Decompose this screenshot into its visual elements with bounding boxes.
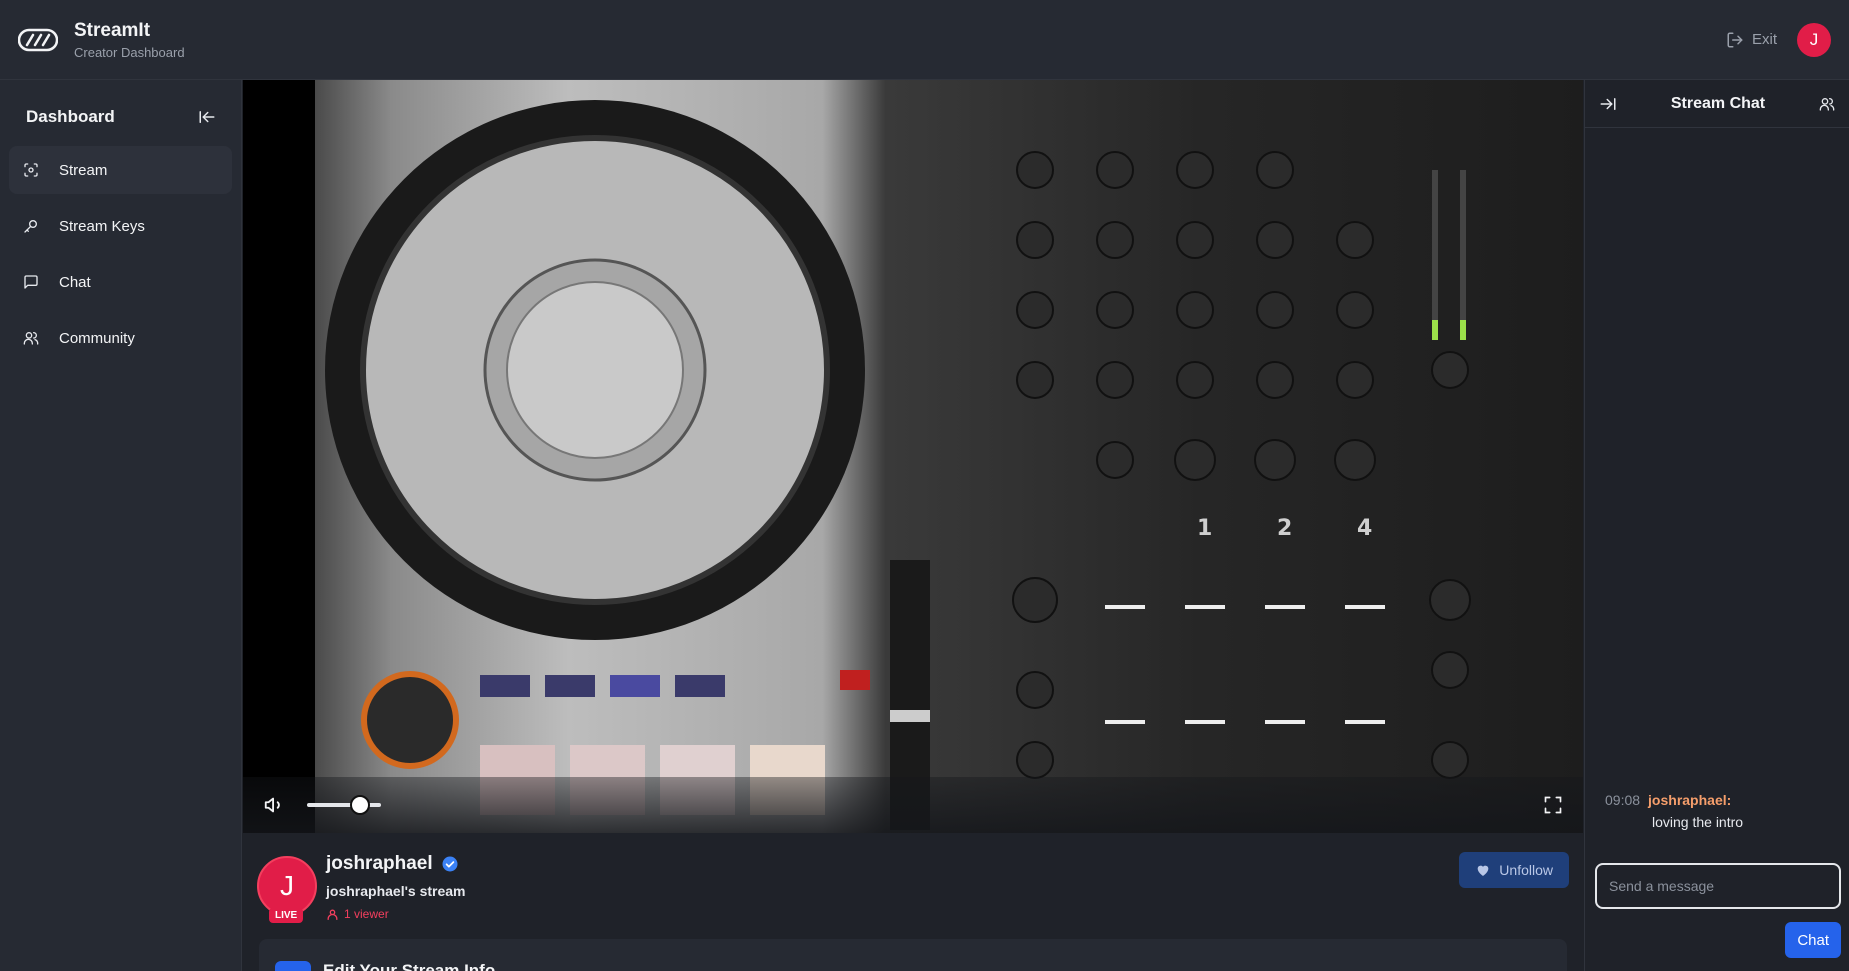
- scan-icon: [24, 163, 38, 177]
- player-controls: [243, 777, 1583, 833]
- stream-title: joshraphael's stream: [326, 883, 466, 899]
- sidebar-item-stream[interactable]: Stream: [9, 146, 232, 194]
- live-badge: LIVE: [269, 908, 304, 923]
- collapse-chat-icon[interactable]: [1599, 95, 1617, 113]
- dj-controller-image: 1 2 4: [325, 100, 1471, 830]
- user-avatar[interactable]: J: [1797, 22, 1831, 57]
- sidebar-item-label: Community: [59, 329, 135, 347]
- top-bar: StreamIt Creator Dashboard Exit J: [0, 0, 1849, 80]
- sidebar-item-label: Stream Keys: [59, 217, 145, 235]
- edit-stream-info-card: Edit Your Stream Info: [259, 939, 1567, 971]
- edit-card-title: Edit Your Stream Info: [323, 961, 496, 971]
- app-name: StreamIt: [74, 19, 151, 41]
- svg-text:1: 1: [1197, 516, 1212, 541]
- app-subtitle: Creator Dashboard: [74, 44, 185, 60]
- sidebar-item-chat[interactable]: Chat: [9, 258, 232, 306]
- volume-icon[interactable]: [263, 794, 285, 816]
- unfollow-button[interactable]: Unfollow: [1459, 852, 1569, 888]
- chat-header: Stream Chat: [1585, 80, 1849, 128]
- sidebar-title: Dashboard: [26, 107, 115, 126]
- sidebar-item-label: Chat: [59, 273, 91, 291]
- svg-text:4: 4: [1357, 516, 1372, 541]
- exit-label: Exit: [1751, 31, 1777, 48]
- sidebar-item-stream-keys[interactable]: Stream Keys: [9, 202, 232, 250]
- user-icon: [327, 909, 338, 920]
- exit-button[interactable]: Exit: [1726, 31, 1777, 49]
- sidebar-item-label: Stream: [59, 161, 108, 179]
- viewer-count-label: 1 viewer: [344, 907, 389, 921]
- stream-info: J LIVE joshraphael joshraphael's stream …: [243, 834, 1583, 971]
- chat-send-button[interactable]: Chat: [1785, 922, 1841, 958]
- volume-slider[interactable]: [307, 795, 381, 815]
- streamer-avatar-initial: J: [257, 856, 317, 916]
- collapse-sidebar-icon[interactable]: [198, 108, 216, 126]
- chat-message: 09:08 joshraphael: loving the intro: [1605, 792, 1840, 830]
- chat-title: Stream Chat: [1670, 94, 1766, 112]
- streamer-avatar[interactable]: J LIVE: [257, 856, 317, 924]
- chat-panel: Stream Chat 09:08 joshraphael: loving th…: [1584, 80, 1849, 971]
- message-text: loving the intro: [1652, 814, 1744, 830]
- streamer-details: joshraphael joshraphael's stream 1 viewe…: [326, 853, 466, 921]
- brand: StreamIt Creator Dashboard: [74, 20, 185, 60]
- chat-message-input[interactable]: [1595, 863, 1841, 909]
- viewer-count: 1 viewer: [326, 907, 466, 921]
- streamer-name: joshraphael: [326, 853, 433, 874]
- message-square-icon: [24, 275, 38, 289]
- volume-slider-thumb[interactable]: [350, 795, 371, 815]
- sidebar: Dashboard Stream Stream Keys Chat Commun…: [0, 80, 242, 971]
- svg-text:2: 2: [1277, 516, 1292, 541]
- fullscreen-icon[interactable]: [1543, 795, 1563, 815]
- video-frame: 1 2 4: [315, 80, 1583, 833]
- edit-icon: [275, 961, 311, 971]
- heart-icon: [1477, 865, 1489, 876]
- verified-badge-icon: [442, 856, 458, 872]
- logo-icon: [18, 28, 58, 51]
- sidebar-item-community[interactable]: Community: [9, 314, 232, 362]
- key-icon: [24, 220, 37, 233]
- community-icon[interactable]: [1819, 96, 1835, 112]
- log-out-icon: [1727, 32, 1743, 47]
- video-player[interactable]: 1 2 4: [243, 80, 1583, 833]
- unfollow-label: Unfollow: [1499, 862, 1553, 878]
- users-icon: [23, 332, 39, 345]
- message-time: 09:08: [1605, 792, 1641, 808]
- message-user[interactable]: joshraphael:: [1648, 792, 1731, 808]
